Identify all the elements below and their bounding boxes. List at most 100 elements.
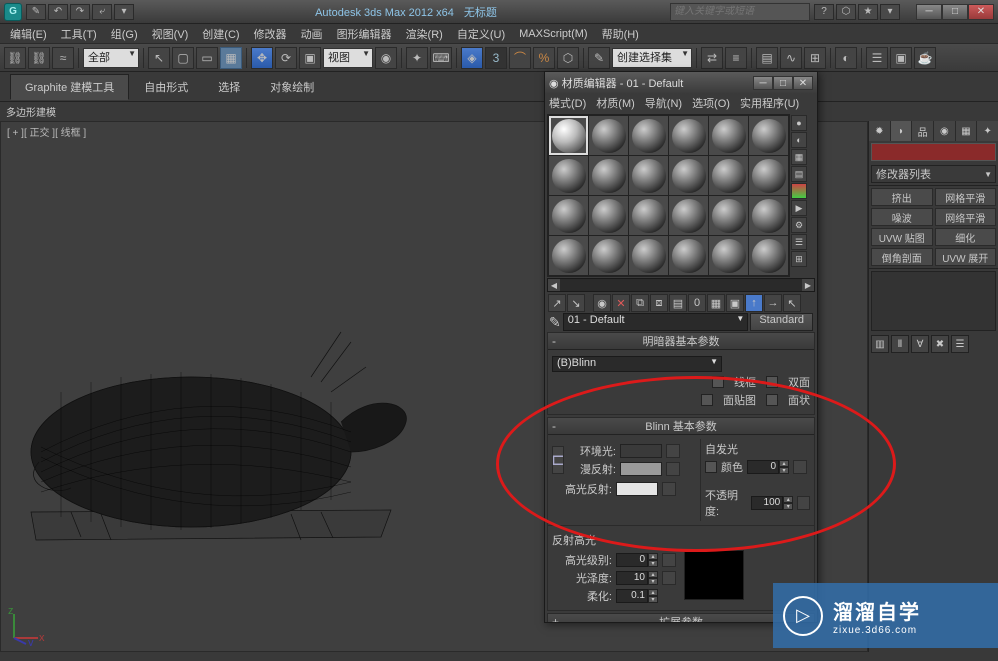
- edit-named-sel-icon[interactable]: ✎: [588, 47, 610, 69]
- pivot-icon[interactable]: ◉: [375, 47, 397, 69]
- spinner-down-icon[interactable]: ▾: [648, 596, 658, 603]
- opacity-map-button[interactable]: [797, 496, 810, 510]
- minimize-button[interactable]: ─: [916, 4, 942, 20]
- spinner-down-icon[interactable]: ▾: [648, 560, 658, 567]
- sample-type-icon[interactable]: ●: [791, 115, 807, 131]
- sample-slot-18[interactable]: [749, 196, 788, 235]
- unique-icon[interactable]: ∀: [911, 335, 929, 353]
- put-to-scene-icon[interactable]: ↘: [567, 294, 585, 312]
- sample-slot-17[interactable]: [709, 196, 748, 235]
- sample-slot-15[interactable]: [629, 196, 668, 235]
- menu-maxscript[interactable]: MAXScript(M): [513, 26, 593, 42]
- ambient-map-button[interactable]: [666, 444, 680, 458]
- sample-slot-2[interactable]: [589, 116, 628, 155]
- video-check-icon[interactable]: [791, 183, 807, 199]
- get-material-icon[interactable]: ↗: [548, 294, 566, 312]
- link-icon[interactable]: ⛓: [4, 47, 26, 69]
- menu-tools[interactable]: 工具(T): [55, 24, 103, 44]
- menu-animation[interactable]: 动画: [295, 24, 329, 44]
- sample-slot-4[interactable]: [669, 116, 708, 155]
- ribbon-tab-graphite[interactable]: Graphite 建模工具: [10, 74, 129, 100]
- show-map-icon[interactable]: ▦: [707, 294, 725, 312]
- matmenu-navigation[interactable]: 导航(N): [645, 95, 682, 111]
- sample-slot-21[interactable]: [629, 236, 668, 275]
- modbtn-bevelprofile[interactable]: 倒角剖面: [871, 248, 933, 266]
- sample-uv-icon[interactable]: ▤: [791, 166, 807, 182]
- spinner-up-icon[interactable]: ▴: [648, 571, 658, 578]
- modifier-stack[interactable]: [871, 271, 996, 331]
- ribbon-tab-objectpaint[interactable]: 对象绘制: [255, 74, 329, 100]
- material-editor-titlebar[interactable]: ◉ 材质编辑器 - 01 - Default ─ □ ✕: [545, 72, 817, 94]
- pick-icon[interactable]: ↖: [783, 294, 801, 312]
- tab-display-icon[interactable]: ▦: [956, 121, 977, 141]
- modbtn-meshsmooth2[interactable]: 网络平滑: [935, 208, 997, 226]
- sample-slot-22[interactable]: [669, 236, 708, 275]
- reset-icon[interactable]: ✕: [612, 294, 630, 312]
- rect-select-icon[interactable]: ▭: [196, 47, 218, 69]
- sample-slot-8[interactable]: [589, 156, 628, 195]
- assign-icon[interactable]: ◉: [593, 294, 611, 312]
- manip-icon[interactable]: ✦: [406, 47, 428, 69]
- selfillum-map-button[interactable]: [793, 460, 807, 474]
- named-selset-dropdown[interactable]: 创建选择集: [612, 48, 692, 68]
- render-setup-icon[interactable]: ☰: [866, 47, 888, 69]
- go-parent-icon[interactable]: ↑: [745, 294, 763, 312]
- material-editor-icon[interactable]: ◐: [835, 47, 857, 69]
- cb-2sided[interactable]: [766, 376, 778, 388]
- tab-modify-icon[interactable]: ◗: [891, 121, 912, 141]
- matmenu-options[interactable]: 选项(O): [692, 95, 730, 111]
- make-copy-icon[interactable]: ⧉: [631, 294, 649, 312]
- ribbon-tab-freeform[interactable]: 自由形式: [129, 74, 203, 100]
- mat-max-button[interactable]: □: [773, 76, 793, 90]
- refcoord-dropdown[interactable]: 视图: [323, 48, 373, 68]
- pin-stack-icon[interactable]: ▥: [871, 335, 889, 353]
- sample-slot-7[interactable]: [549, 156, 588, 195]
- help-dd-icon[interactable]: ▾: [880, 4, 900, 20]
- options-icon[interactable]: ⚙: [791, 217, 807, 233]
- speclevel-spinner[interactable]: 0: [616, 553, 648, 567]
- select-icon[interactable]: ↖: [148, 47, 170, 69]
- sample-slot-16[interactable]: [669, 196, 708, 235]
- menu-modifiers[interactable]: 修改器: [248, 24, 293, 44]
- snap-toggle-icon[interactable]: 3: [485, 47, 507, 69]
- tab-hierarchy-icon[interactable]: 品: [912, 121, 933, 141]
- selection-filter-dropdown[interactable]: 全部: [83, 48, 139, 68]
- spinner-down-icon[interactable]: ▾: [779, 467, 789, 474]
- scale-icon[interactable]: ▣: [299, 47, 321, 69]
- mat-close-button[interactable]: ✕: [793, 76, 813, 90]
- configure-sets-icon[interactable]: ☰: [951, 335, 969, 353]
- sample-slot-19[interactable]: [549, 236, 588, 275]
- select-by-mat-icon[interactable]: ☰: [791, 234, 807, 250]
- spinner-up-icon[interactable]: ▴: [648, 589, 658, 596]
- sample-slot-10[interactable]: [669, 156, 708, 195]
- favorite-icon[interactable]: ★: [858, 4, 878, 20]
- mat-min-button[interactable]: ─: [753, 76, 773, 90]
- sample-slot-6[interactable]: [749, 116, 788, 155]
- menu-grapheditors[interactable]: 图形编辑器: [331, 24, 398, 44]
- ambient-diffuse-lock-icon[interactable]: ⊏: [552, 446, 564, 474]
- gloss-spinner[interactable]: 10: [616, 571, 648, 585]
- help-icon[interactable]: ?: [814, 4, 834, 20]
- matid-icon[interactable]: ⊞: [791, 251, 807, 267]
- make-unique-icon[interactable]: ⧈: [650, 294, 668, 312]
- make-preview-icon[interactable]: ▶: [791, 200, 807, 216]
- qat-save-icon[interactable]: ↷: [70, 4, 90, 20]
- subscription-icon[interactable]: ⬡: [836, 4, 856, 20]
- bind-icon[interactable]: ≈: [52, 47, 74, 69]
- rollout-hdr-shader[interactable]: 明暗器基本参数: [548, 333, 814, 350]
- modbtn-uvwunwrap[interactable]: UVW 展开: [935, 248, 997, 266]
- snap2d-icon[interactable]: ◈: [461, 47, 483, 69]
- backlight-icon[interactable]: ◐: [791, 132, 807, 148]
- diffuse-color-swatch[interactable]: [620, 462, 662, 476]
- mirror-icon[interactable]: ⇄: [701, 47, 723, 69]
- sample-slot-9[interactable]: [629, 156, 668, 195]
- matmenu-material[interactable]: 材质(M): [596, 95, 635, 111]
- percent-snap-icon[interactable]: %: [533, 47, 555, 69]
- specular-color-swatch[interactable]: [616, 482, 658, 496]
- menu-help[interactable]: 帮助(H): [596, 24, 645, 44]
- app-icon[interactable]: G: [4, 3, 22, 21]
- opacity-spinner[interactable]: 100: [751, 496, 783, 510]
- sample-slot-23[interactable]: [709, 236, 748, 275]
- rotate-icon[interactable]: ⟳: [275, 47, 297, 69]
- remove-mod-icon[interactable]: ✖: [931, 335, 949, 353]
